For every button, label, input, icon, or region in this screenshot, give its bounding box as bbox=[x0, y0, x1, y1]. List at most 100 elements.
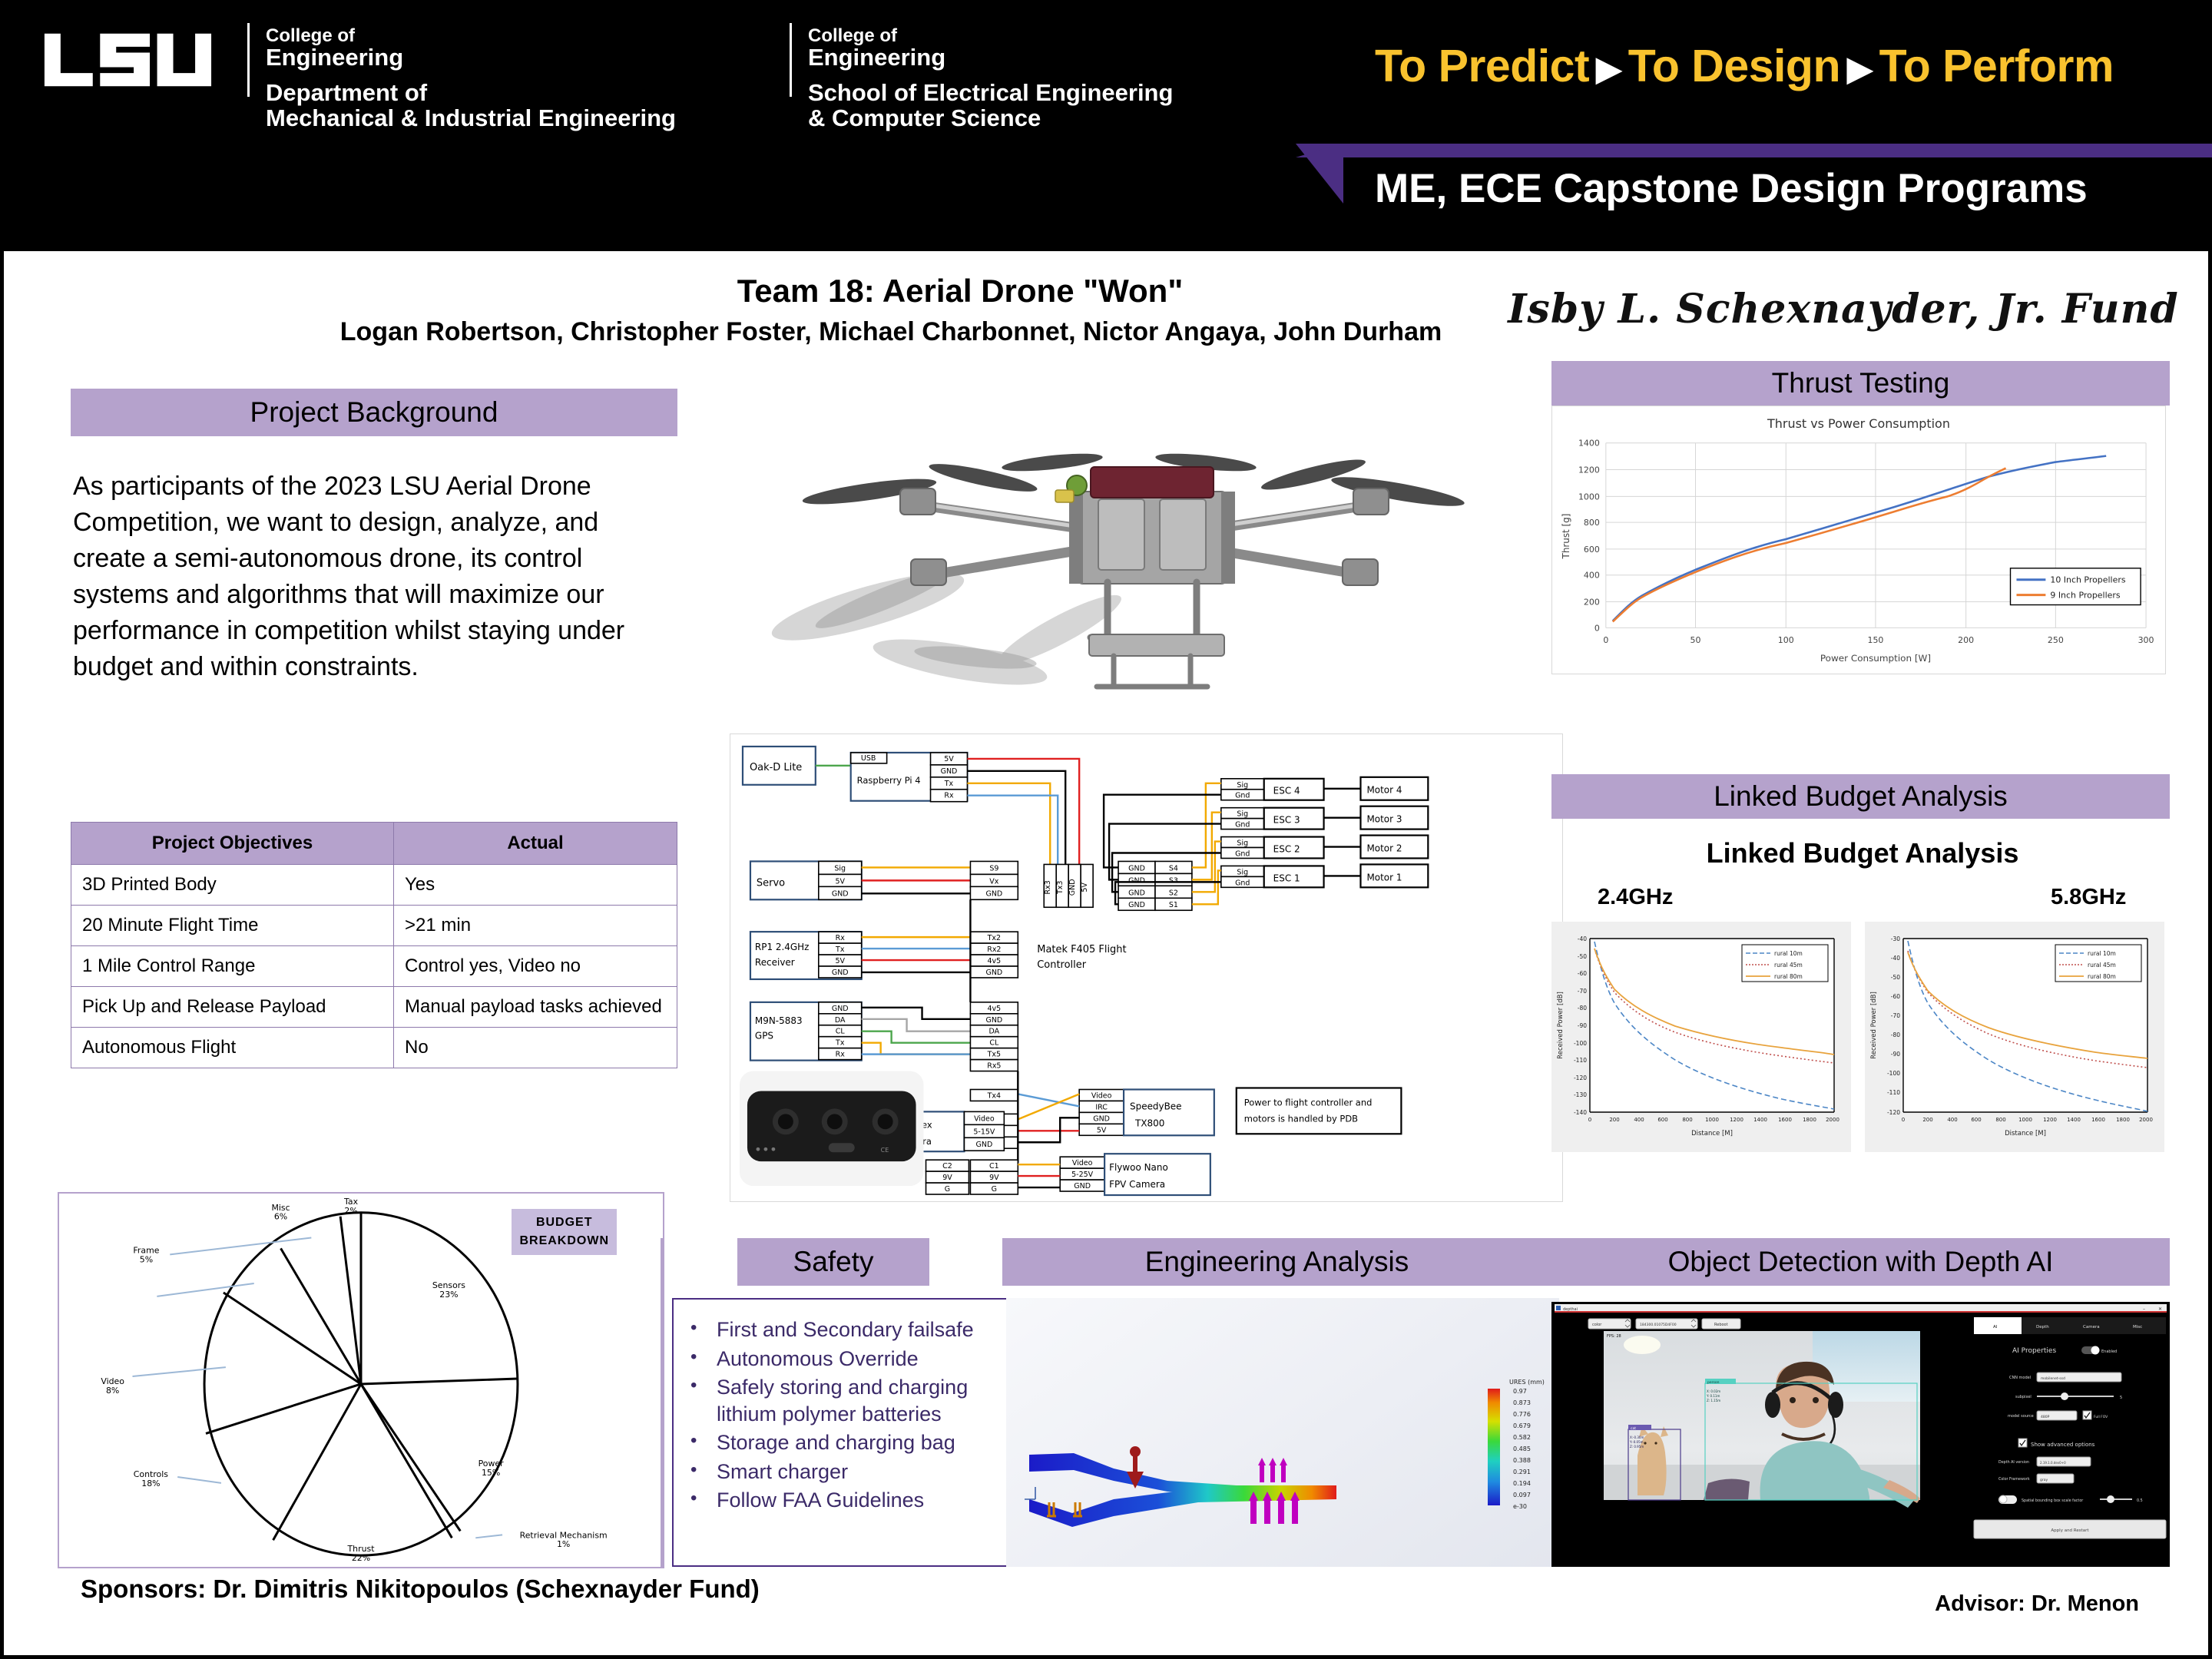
svg-text:Tx: Tx bbox=[835, 945, 845, 954]
wiring-note-line2: motors is handled by PDB bbox=[1244, 1113, 1358, 1124]
svg-text:0.582: 0.582 bbox=[1513, 1434, 1531, 1441]
svg-text:50: 50 bbox=[1690, 635, 1701, 645]
svg-text:-130: -130 bbox=[1574, 1091, 1587, 1098]
svg-text:Y:-0.05m: Y:-0.05m bbox=[1629, 1440, 1644, 1444]
lba-frequency-58: 5.8GHz bbox=[2051, 885, 2127, 909]
legend-9-inch: 9 Inch Propellers bbox=[2050, 591, 2120, 601]
svg-text:S1: S1 bbox=[1169, 901, 1178, 909]
apply-restart-button: Apply and Restart bbox=[2051, 1528, 2089, 1533]
thrust-chart-title: Thrust vs Power Consumption bbox=[1767, 416, 1950, 431]
block-oak-d-lite: Oak-D Lite bbox=[750, 762, 802, 773]
table-row: Pick Up and Release Payload Manual paylo… bbox=[71, 986, 677, 1028]
svg-text:GND: GND bbox=[985, 1016, 1002, 1025]
field-label-depthai-version: Depth AI version bbox=[1998, 1460, 2029, 1465]
block-receiver: RP1 2.4GHz bbox=[755, 942, 810, 952]
pie-value-controls: 18% bbox=[141, 1479, 160, 1488]
svg-text:1800: 1800 bbox=[2116, 1117, 2130, 1123]
safety-item-text: Storage and charging bag bbox=[717, 1431, 955, 1455]
safety-item-text: Smart charger bbox=[717, 1459, 849, 1483]
svg-text:Sig: Sig bbox=[1237, 810, 1248, 819]
tab-camera: Camera bbox=[2083, 1325, 2100, 1330]
unit-mie-deptname: Mechanical & Industrial Engineering bbox=[266, 104, 676, 132]
svg-text:Rx: Rx bbox=[944, 792, 954, 800]
svg-text:-120: -120 bbox=[1574, 1075, 1587, 1081]
svg-text:1400: 1400 bbox=[1753, 1117, 1767, 1123]
svg-text:-70: -70 bbox=[1891, 1012, 1900, 1019]
unit-mie-dept: Department of bbox=[266, 79, 428, 107]
svg-text:Sig: Sig bbox=[1237, 839, 1248, 848]
lba-chart-title: Linked Budget Analysis bbox=[1706, 837, 2019, 869]
svg-text:X:-0.30m: X:-0.30m bbox=[1630, 1435, 1644, 1439]
svg-text:200: 200 bbox=[1584, 598, 1600, 608]
unit-mie-engineering: Engineering bbox=[266, 44, 404, 71]
linked-budget-analysis: Linked Budget Analysis 2.4GHz 5.8GHz -40… bbox=[1551, 837, 2174, 1183]
svg-text:5-25V: 5-25V bbox=[1071, 1171, 1094, 1179]
budget-breakdown-title: BUDGET BREAKDOWN bbox=[512, 1209, 617, 1255]
header-divider-2 bbox=[790, 23, 792, 97]
unit-ece-college: College of bbox=[808, 25, 898, 46]
svg-text:0.97: 0.97 bbox=[1513, 1388, 1527, 1395]
object-detection-screenshot: depthai – ✕ color 184300.01075D4F00 Rebo… bbox=[1551, 1302, 2170, 1567]
svg-text:5-15V: 5-15V bbox=[973, 1128, 995, 1136]
svg-text:800: 800 bbox=[1682, 1117, 1692, 1123]
svg-text:Sig: Sig bbox=[1237, 868, 1248, 876]
list-item: • Follow FAA Guidelines bbox=[690, 1487, 1005, 1514]
svg-text:600: 600 bbox=[1971, 1117, 1981, 1123]
legend-10-inch: 10 Inch Propellers bbox=[2050, 575, 2125, 585]
col-objectives: Project Objectives bbox=[71, 822, 394, 865]
svg-text:GND: GND bbox=[1128, 889, 1145, 897]
value-spatial-scale: 0.5 bbox=[2137, 1498, 2143, 1503]
svg-text:Rx5: Rx5 bbox=[987, 1062, 1001, 1071]
svg-text:5V: 5V bbox=[944, 755, 954, 763]
svg-text:Rx3: Rx3 bbox=[1044, 880, 1052, 894]
tagline-predict: To Predict bbox=[1375, 41, 1590, 91]
svg-text:400: 400 bbox=[1634, 1117, 1644, 1123]
svg-text:Vx: Vx bbox=[989, 877, 998, 886]
svg-text:0.776: 0.776 bbox=[1513, 1411, 1531, 1418]
svg-text:GPS: GPS bbox=[755, 1031, 773, 1041]
field-value-color-framework: gray bbox=[2040, 1478, 2048, 1482]
block-flight-controller: Matek F405 Flight bbox=[1037, 944, 1126, 955]
svg-text:Controller: Controller bbox=[1037, 959, 1086, 971]
svg-text:-140: -140 bbox=[1574, 1109, 1587, 1116]
section-header-project-background: Project Background bbox=[71, 389, 677, 436]
objective-label: 20 Minute Flight Time bbox=[71, 905, 394, 946]
bullet-icon: • bbox=[690, 1488, 697, 1509]
safety-item-text: Safely storing and charging lithium poly… bbox=[717, 1376, 969, 1426]
svg-text:5V: 5V bbox=[1097, 1126, 1107, 1134]
panel-title-ai-properties: AI Properties bbox=[2012, 1347, 2056, 1355]
poster-canvas: College of Engineering Department of Mec… bbox=[0, 0, 2212, 1659]
svg-text:600: 600 bbox=[1657, 1117, 1667, 1123]
field-value-model-source: 480P bbox=[2041, 1415, 2050, 1419]
block-esc-4: ESC 4 bbox=[1273, 786, 1300, 796]
block-esc-2: ESC 2 bbox=[1273, 844, 1300, 855]
svg-text:Z: 1.15m: Z: 1.15m bbox=[1707, 1399, 1720, 1402]
list-item: • Autonomous Override bbox=[690, 1346, 1005, 1373]
svg-text:0: 0 bbox=[1588, 1117, 1591, 1123]
svg-text:Video: Video bbox=[974, 1114, 995, 1123]
svg-text:1400: 1400 bbox=[1578, 439, 1600, 449]
svg-text:DA: DA bbox=[835, 1016, 846, 1025]
svg-text:400: 400 bbox=[1584, 571, 1600, 581]
svg-text:Tx3: Tx3 bbox=[1056, 881, 1065, 895]
svg-text:Z: 0.95m: Z: 0.95m bbox=[1630, 1445, 1644, 1449]
objective-actual: Yes bbox=[393, 864, 677, 906]
safety-left-edge bbox=[661, 1238, 664, 1568]
block-esc-1: ESC 1 bbox=[1273, 873, 1300, 883]
objective-actual: No bbox=[393, 1027, 677, 1068]
svg-text:-120: -120 bbox=[1887, 1109, 1900, 1116]
pie-value-thrust: 22% bbox=[352, 1553, 370, 1563]
svg-text:Sig: Sig bbox=[1237, 781, 1248, 790]
svg-text:Y: 0.11m: Y: 0.11m bbox=[1706, 1394, 1720, 1398]
svg-text:Rx: Rx bbox=[836, 1051, 846, 1059]
block-flywoo: Flywoo Nano bbox=[1109, 1162, 1168, 1173]
lba58-xlabel: Distance [M] bbox=[2005, 1130, 2046, 1137]
fea-simulation-image: URES (mm) 0.97 0.873 0.776 0.679 0.582 0… bbox=[1006, 1298, 1559, 1567]
svg-text:0: 0 bbox=[1603, 635, 1608, 645]
poster-header: College of Engineering Department of Mec… bbox=[0, 0, 2212, 247]
svg-text:-40: -40 bbox=[1891, 955, 1900, 962]
svg-text:200: 200 bbox=[1922, 1117, 1932, 1123]
lba58-legend-10m: rural 10m bbox=[2088, 950, 2116, 957]
pie-value-misc: 6% bbox=[274, 1212, 287, 1222]
svg-text:0.388: 0.388 bbox=[1513, 1457, 1531, 1464]
